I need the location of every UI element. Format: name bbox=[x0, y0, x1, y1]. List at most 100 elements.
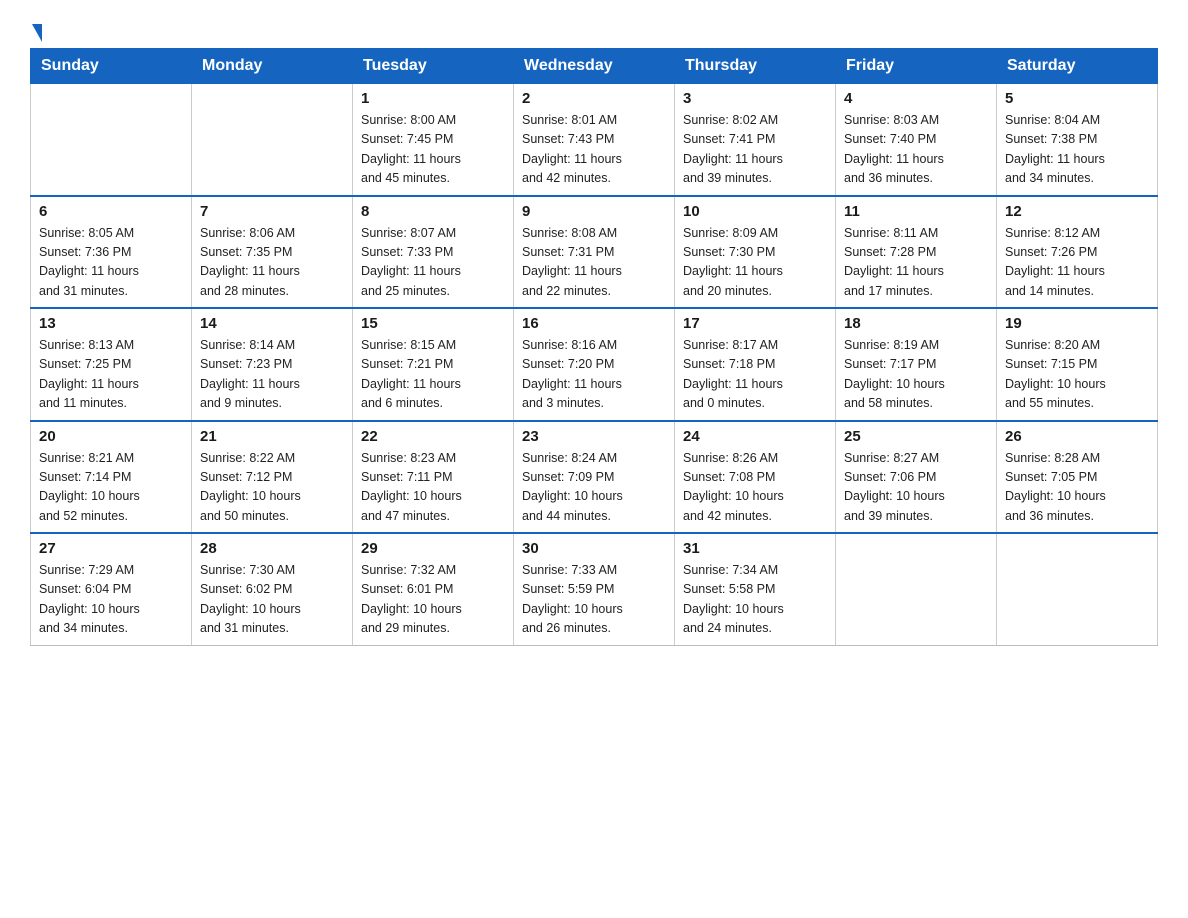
calendar-header: SundayMondayTuesdayWednesdayThursdayFrid… bbox=[31, 49, 1158, 84]
day-info: Sunrise: 8:21 AM Sunset: 7:14 PM Dayligh… bbox=[39, 449, 183, 527]
day-info: Sunrise: 7:32 AM Sunset: 6:01 PM Dayligh… bbox=[361, 561, 505, 639]
calendar-cell: 17Sunrise: 8:17 AM Sunset: 7:18 PM Dayli… bbox=[675, 308, 836, 421]
day-number: 22 bbox=[361, 428, 505, 445]
calendar-cell: 23 Sunrise: 8:24 AM Sunset: 7:09 PM Dayli… bbox=[514, 421, 675, 534]
day-number: 13 bbox=[39, 315, 183, 332]
day-number: 11 bbox=[844, 203, 988, 220]
day-number: 30 bbox=[522, 540, 666, 557]
day-info: Sunrise: 8:04 AM Sunset: 7:38 PM Dayligh… bbox=[1005, 111, 1149, 189]
calendar-cell: 7 Sunrise: 8:06 AM Sunset: 7:35 PM Daylig… bbox=[192, 196, 353, 309]
day-number: 25 bbox=[844, 428, 988, 445]
day-info: Sunrise: 8:15 AM Sunset: 7:21 PM Dayligh… bbox=[361, 336, 505, 414]
calendar-cell: 9 Sunrise: 8:08 AM Sunset: 7:31 PM Daylig… bbox=[514, 196, 675, 309]
day-info: Sunrise: 7:29 AM Sunset: 6:04 PM Dayligh… bbox=[39, 561, 183, 639]
day-info: Sunrise: 8:00 AM Sunset: 7:45 PM Dayligh… bbox=[361, 111, 505, 189]
day-number: 20 bbox=[39, 428, 183, 445]
calendar-cell: 5 Sunrise: 8:04 AM Sunset: 7:38 PM Daylig… bbox=[997, 84, 1158, 196]
day-number: 12 bbox=[1005, 203, 1149, 220]
weekday-header-monday: Monday bbox=[192, 49, 353, 84]
day-number: 26 bbox=[1005, 428, 1149, 445]
calendar-cell: 21Sunrise: 8:22 AM Sunset: 7:12 PM Dayli… bbox=[192, 421, 353, 534]
calendar-cell: 18Sunrise: 8:19 AM Sunset: 7:17 PM Dayli… bbox=[836, 308, 997, 421]
day-number: 7 bbox=[200, 203, 344, 220]
calendar-cell: 15 Sunrise: 8:15 AM Sunset: 7:21 PM Dayli… bbox=[353, 308, 514, 421]
week-row-2: 6 Sunrise: 8:05 AM Sunset: 7:36 PM Daylig… bbox=[31, 196, 1158, 309]
day-info: Sunrise: 8:03 AM Sunset: 7:40 PM Dayligh… bbox=[844, 111, 988, 189]
day-info: Sunrise: 7:34 AM Sunset: 5:58 PM Dayligh… bbox=[683, 561, 827, 639]
calendar-cell: 12 Sunrise: 8:12 AM Sunset: 7:26 PM Dayli… bbox=[997, 196, 1158, 309]
logo-triangle-icon bbox=[32, 24, 42, 42]
calendar-cell: 24 Sunrise: 8:26 AM Sunset: 7:08 PM Dayli… bbox=[675, 421, 836, 534]
calendar-table: SundayMondayTuesdayWednesdayThursdayFrid… bbox=[30, 48, 1158, 646]
day-info: Sunrise: 8:26 AM Sunset: 7:08 PM Dayligh… bbox=[683, 449, 827, 527]
day-info: Sunrise: 8:28 AM Sunset: 7:05 PM Dayligh… bbox=[1005, 449, 1149, 527]
calendar-cell: 28Sunrise: 7:30 AM Sunset: 6:02 PM Dayli… bbox=[192, 533, 353, 645]
day-number: 19 bbox=[1005, 315, 1149, 332]
calendar-cell: 10Sunrise: 8:09 AM Sunset: 7:30 PM Dayli… bbox=[675, 196, 836, 309]
day-number: 6 bbox=[39, 203, 183, 220]
day-info: Sunrise: 7:33 AM Sunset: 5:59 PM Dayligh… bbox=[522, 561, 666, 639]
calendar-cell: 1Sunrise: 8:00 AM Sunset: 7:45 PM Daylig… bbox=[353, 84, 514, 196]
week-row-5: 27 Sunrise: 7:29 AM Sunset: 6:04 PM Dayli… bbox=[31, 533, 1158, 645]
weekday-header-wednesday: Wednesday bbox=[514, 49, 675, 84]
day-number: 5 bbox=[1005, 90, 1149, 107]
day-number: 8 bbox=[361, 203, 505, 220]
calendar-cell: 16 Sunrise: 8:16 AM Sunset: 7:20 PM Dayli… bbox=[514, 308, 675, 421]
page-header bbox=[30, 20, 1158, 38]
weekday-header-tuesday: Tuesday bbox=[353, 49, 514, 84]
day-info: Sunrise: 8:16 AM Sunset: 7:20 PM Dayligh… bbox=[522, 336, 666, 414]
day-number: 9 bbox=[522, 203, 666, 220]
calendar-cell: 29 Sunrise: 7:32 AM Sunset: 6:01 PM Dayli… bbox=[353, 533, 514, 645]
calendar-cell: 27 Sunrise: 7:29 AM Sunset: 6:04 PM Dayli… bbox=[31, 533, 192, 645]
day-number: 15 bbox=[361, 315, 505, 332]
calendar-cell: 2 Sunrise: 8:01 AM Sunset: 7:43 PM Daylig… bbox=[514, 84, 675, 196]
day-info: Sunrise: 8:05 AM Sunset: 7:36 PM Dayligh… bbox=[39, 224, 183, 302]
weekday-header-friday: Friday bbox=[836, 49, 997, 84]
calendar-body: 1Sunrise: 8:00 AM Sunset: 7:45 PM Daylig… bbox=[31, 84, 1158, 646]
calendar-cell: 4Sunrise: 8:03 AM Sunset: 7:40 PM Daylig… bbox=[836, 84, 997, 196]
calendar-cell: 19 Sunrise: 8:20 AM Sunset: 7:15 PM Dayli… bbox=[997, 308, 1158, 421]
weekday-header-thursday: Thursday bbox=[675, 49, 836, 84]
day-number: 27 bbox=[39, 540, 183, 557]
week-row-4: 20 Sunrise: 8:21 AM Sunset: 7:14 PM Dayli… bbox=[31, 421, 1158, 534]
calendar-cell: 30 Sunrise: 7:33 AM Sunset: 5:59 PM Dayli… bbox=[514, 533, 675, 645]
weekday-header-saturday: Saturday bbox=[997, 49, 1158, 84]
day-info: Sunrise: 8:02 AM Sunset: 7:41 PM Dayligh… bbox=[683, 111, 827, 189]
calendar-cell bbox=[997, 533, 1158, 645]
logo bbox=[30, 20, 42, 38]
day-info: Sunrise: 8:17 AM Sunset: 7:18 PM Dayligh… bbox=[683, 336, 827, 414]
day-info: Sunrise: 8:23 AM Sunset: 7:11 PM Dayligh… bbox=[361, 449, 505, 527]
day-info: Sunrise: 8:11 AM Sunset: 7:28 PM Dayligh… bbox=[844, 224, 988, 302]
day-number: 14 bbox=[200, 315, 344, 332]
calendar-cell: 22 Sunrise: 8:23 AM Sunset: 7:11 PM Dayli… bbox=[353, 421, 514, 534]
day-info: Sunrise: 8:20 AM Sunset: 7:15 PM Dayligh… bbox=[1005, 336, 1149, 414]
calendar-cell: 26 Sunrise: 8:28 AM Sunset: 7:05 PM Dayli… bbox=[997, 421, 1158, 534]
day-info: Sunrise: 8:08 AM Sunset: 7:31 PM Dayligh… bbox=[522, 224, 666, 302]
day-info: Sunrise: 8:01 AM Sunset: 7:43 PM Dayligh… bbox=[522, 111, 666, 189]
day-info: Sunrise: 8:12 AM Sunset: 7:26 PM Dayligh… bbox=[1005, 224, 1149, 302]
calendar-cell: 11 Sunrise: 8:11 AM Sunset: 7:28 PM Dayli… bbox=[836, 196, 997, 309]
day-number: 24 bbox=[683, 428, 827, 445]
day-number: 23 bbox=[522, 428, 666, 445]
week-row-1: 1Sunrise: 8:00 AM Sunset: 7:45 PM Daylig… bbox=[31, 84, 1158, 196]
calendar-cell: 31 Sunrise: 7:34 AM Sunset: 5:58 PM Dayli… bbox=[675, 533, 836, 645]
day-number: 10 bbox=[683, 203, 827, 220]
day-info: Sunrise: 8:27 AM Sunset: 7:06 PM Dayligh… bbox=[844, 449, 988, 527]
calendar-cell bbox=[31, 84, 192, 196]
day-info: Sunrise: 7:30 AM Sunset: 6:02 PM Dayligh… bbox=[200, 561, 344, 639]
day-info: Sunrise: 8:13 AM Sunset: 7:25 PM Dayligh… bbox=[39, 336, 183, 414]
calendar-cell: 20 Sunrise: 8:21 AM Sunset: 7:14 PM Dayli… bbox=[31, 421, 192, 534]
day-info: Sunrise: 8:06 AM Sunset: 7:35 PM Dayligh… bbox=[200, 224, 344, 302]
day-number: 29 bbox=[361, 540, 505, 557]
calendar-cell bbox=[192, 84, 353, 196]
day-number: 31 bbox=[683, 540, 827, 557]
calendar-cell: 13 Sunrise: 8:13 AM Sunset: 7:25 PM Dayli… bbox=[31, 308, 192, 421]
weekday-header-sunday: Sunday bbox=[31, 49, 192, 84]
day-info: Sunrise: 8:07 AM Sunset: 7:33 PM Dayligh… bbox=[361, 224, 505, 302]
calendar-cell: 25 Sunrise: 8:27 AM Sunset: 7:06 PM Dayli… bbox=[836, 421, 997, 534]
week-row-3: 13 Sunrise: 8:13 AM Sunset: 7:25 PM Dayli… bbox=[31, 308, 1158, 421]
day-number: 18 bbox=[844, 315, 988, 332]
day-number: 2 bbox=[522, 90, 666, 107]
day-number: 16 bbox=[522, 315, 666, 332]
day-info: Sunrise: 8:24 AM Sunset: 7:09 PM Dayligh… bbox=[522, 449, 666, 527]
